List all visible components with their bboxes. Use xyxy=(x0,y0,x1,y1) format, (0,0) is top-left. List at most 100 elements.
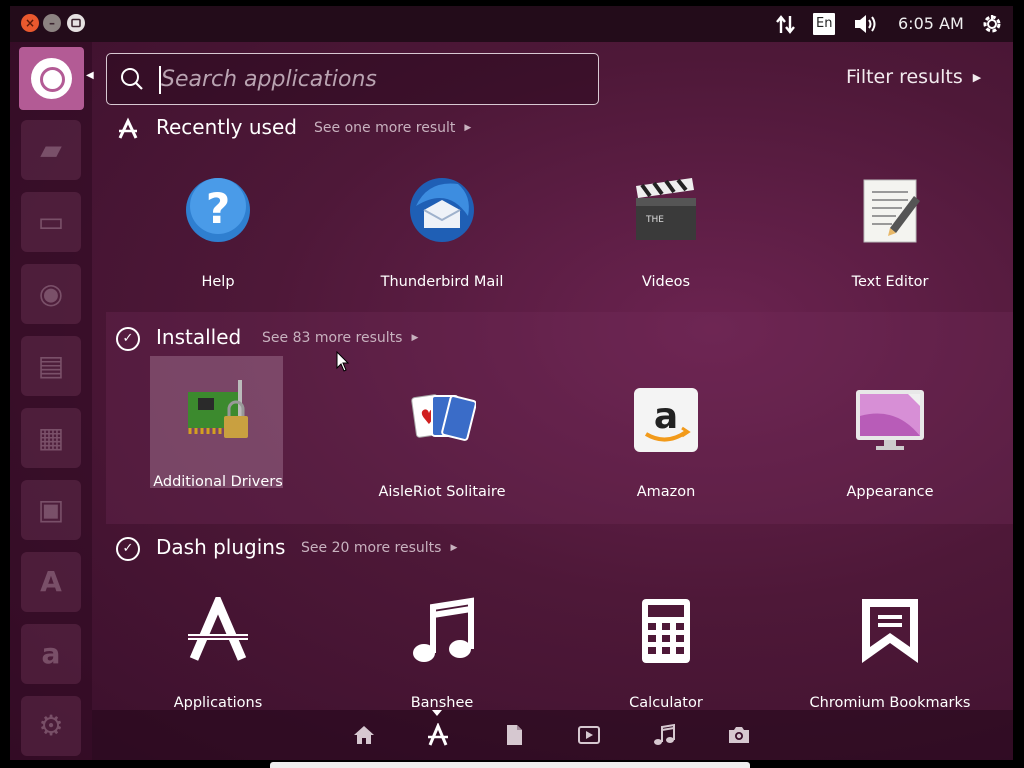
see-more-link[interactable]: See one more result ▶ xyxy=(314,120,471,136)
launcher-item-calc[interactable]: ▦ xyxy=(21,408,81,468)
svg-text:THE: THE xyxy=(645,215,664,225)
videos-clapperboard-icon: THE xyxy=(636,178,696,240)
see-more-link[interactable]: See 83 more results ▶ xyxy=(262,330,418,346)
app-tile-banshee[interactable]: Banshee xyxy=(342,577,542,717)
calculator-icon xyxy=(642,599,690,663)
power-gear-icon[interactable] xyxy=(980,6,1004,42)
minimize-icon: – xyxy=(49,16,55,30)
launcher-item-impress[interactable]: ▣ xyxy=(21,480,81,540)
launcher-item-settings[interactable]: ⚙ xyxy=(21,696,81,756)
bottom-edge-strip xyxy=(270,762,750,768)
app-label: AisleRiot Solitaire xyxy=(378,484,506,500)
app-tile-amazon[interactable]: a Amazon xyxy=(566,366,766,506)
lens-bar xyxy=(92,710,1013,760)
chevron-right-icon: ▶ xyxy=(972,71,982,84)
keyboard-layout-indicator[interactable]: En xyxy=(813,13,836,35)
firefox-icon: ◉ xyxy=(38,277,64,310)
volume-icon[interactable] xyxy=(852,6,880,42)
video-lens-icon[interactable] xyxy=(577,723,601,747)
app-tile-aisleriot[interactable]: ♥ AisleRiot Solitaire xyxy=(342,366,542,506)
app-label: Appearance xyxy=(846,484,934,500)
chevron-right-icon: ▶ xyxy=(464,123,472,133)
launcher-item-writer[interactable]: ▤ xyxy=(21,336,81,396)
see-more-label: See 83 more results xyxy=(262,330,403,346)
app-tile-calculator[interactable]: Calculator xyxy=(566,577,766,717)
app-label: Videos xyxy=(641,274,691,290)
music-lens-icon[interactable] xyxy=(652,723,676,747)
app-tile-applications[interactable]: Applications xyxy=(118,577,318,717)
amazon-icon: a xyxy=(41,637,61,670)
app-label: Calculator xyxy=(629,695,703,711)
amazon-icon: a xyxy=(634,388,698,452)
photo-lens-icon[interactable] xyxy=(727,723,751,747)
check-circle-icon: ✓ xyxy=(116,537,140,561)
search-input[interactable] xyxy=(161,62,581,96)
app-tile-videos[interactable]: THE Videos xyxy=(566,156,766,296)
app-tile-help[interactable]: ? Help xyxy=(118,156,318,296)
launcher-item-firefox[interactable]: ◉ xyxy=(21,264,81,324)
applications-lens-icon[interactable] xyxy=(426,723,450,747)
launcher: ◀ ▰ ▭ ◉ ▤ ▦ ▣ A a ⚙ xyxy=(10,42,94,760)
network-transfer-icon[interactable] xyxy=(775,6,797,42)
app-tile-additional-drivers[interactable]: Additional Drivers xyxy=(118,356,318,496)
filter-results-button[interactable]: Filter results ▶ xyxy=(846,66,981,88)
maximize-icon xyxy=(71,18,81,28)
see-more-label: See one more result xyxy=(314,120,456,136)
music-note-icon xyxy=(413,597,474,662)
filter-results-label: Filter results xyxy=(846,66,963,88)
active-lens-marker-icon xyxy=(432,710,442,716)
calc-icon: ▦ xyxy=(37,421,65,454)
chevron-right-icon: ▶ xyxy=(450,543,458,553)
section-title: Installed xyxy=(156,325,242,349)
app-label: Banshee xyxy=(410,695,474,711)
applications-lens-icon xyxy=(116,117,140,141)
launcher-item-ubuntu[interactable] xyxy=(19,47,84,110)
chevron-right-icon: ▶ xyxy=(411,333,419,343)
see-more-link[interactable]: See 20 more results ▶ xyxy=(301,540,457,556)
close-icon: × xyxy=(24,16,36,30)
clock[interactable]: 6:05 AM xyxy=(898,6,964,42)
app-tile-appearance[interactable]: Appearance xyxy=(790,366,990,506)
launcher-item-archive[interactable]: ▭ xyxy=(21,192,81,252)
settings-icon: ⚙ xyxy=(38,709,64,742)
additional-drivers-icon xyxy=(188,380,248,438)
app-tile-text-editor[interactable]: Text Editor xyxy=(790,156,990,296)
ubuntu-logo-icon xyxy=(31,58,72,99)
launcher-item-amazon[interactable]: a xyxy=(21,624,81,684)
appearance-monitor-icon xyxy=(856,390,924,450)
app-label: Chromium Bookmarks xyxy=(809,695,971,711)
maximize-button[interactable] xyxy=(67,14,85,32)
software-center-icon: A xyxy=(40,565,62,598)
app-label: Amazon xyxy=(636,484,696,500)
home-lens-icon[interactable] xyxy=(352,723,376,747)
app-tile-thunderbird[interactable]: Thunderbird Mail xyxy=(342,156,542,296)
files-lens-icon[interactable] xyxy=(502,723,526,747)
app-tile-chromium-bookmarks[interactable]: Chromium Bookmarks xyxy=(790,577,990,717)
search-icon xyxy=(121,68,143,90)
mouse-pointer-icon xyxy=(336,351,350,372)
desktop-screen: × – En 6:05 AM ◀ ▰ ▭ ◉ ▤ ▦ ▣ A a ⚙ Searc… xyxy=(0,0,1024,768)
help-icon: ? xyxy=(186,178,250,242)
minimize-button[interactable]: – xyxy=(43,14,61,32)
close-button[interactable]: × xyxy=(21,14,39,32)
archive-icon: ▭ xyxy=(37,205,65,238)
app-label: Text Editor xyxy=(851,274,929,290)
svg-text:a: a xyxy=(654,396,678,437)
writer-icon: ▤ xyxy=(37,349,65,382)
thunderbird-icon xyxy=(410,178,474,242)
launcher-active-arrow-icon: ◀ xyxy=(86,70,94,81)
see-more-label: See 20 more results xyxy=(301,540,442,556)
launcher-item-files[interactable]: ▰ xyxy=(21,120,81,180)
svg-text:?: ? xyxy=(206,184,230,233)
applications-lens-icon xyxy=(188,597,248,661)
text-editor-icon xyxy=(863,179,920,243)
section-title: Dash plugins xyxy=(156,535,286,559)
impress-icon: ▣ xyxy=(37,493,65,526)
search-box[interactable] xyxy=(106,53,599,105)
section-title: Recently used xyxy=(156,115,297,139)
folder-icon: ▰ xyxy=(40,133,62,166)
solitaire-cards-icon: ♥ xyxy=(411,394,476,441)
launcher-item-software-center[interactable]: A xyxy=(21,552,81,612)
app-label: Help xyxy=(201,274,235,290)
app-label: Additional Drivers xyxy=(153,474,283,490)
